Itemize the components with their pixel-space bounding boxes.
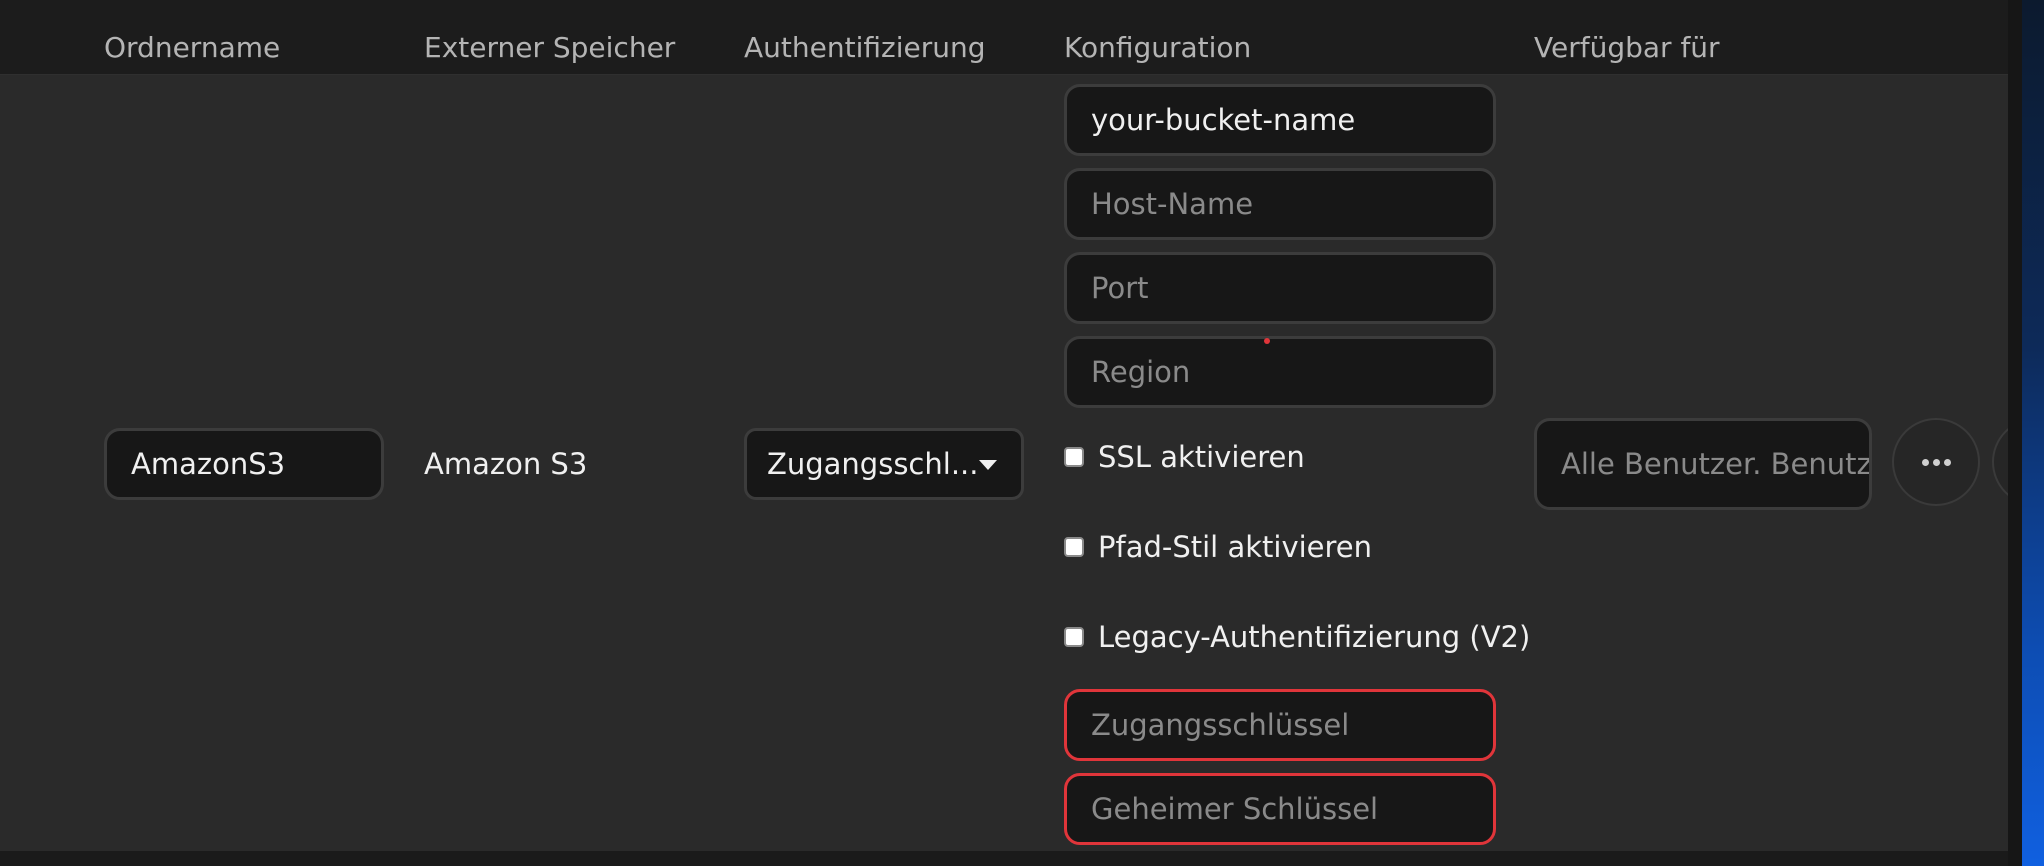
available-for-input[interactable]: Alle Benutzer. Benutz (1534, 418, 1872, 510)
cursor-marker (1264, 338, 1270, 344)
header-configuration: Konfiguration (1064, 31, 1252, 64)
storage-type-label: Amazon S3 (424, 447, 588, 481)
table-row: AmazonS3 Amazon S3 Zugangsschl... your-b… (0, 75, 2044, 851)
legacy-auth-checkbox-row[interactable]: Legacy-Authentifizierung (V2) (1064, 620, 1530, 654)
access-key-input[interactable]: Zugangsschlüssel (1064, 689, 1496, 761)
port-input[interactable]: Port (1064, 252, 1496, 324)
legacy-auth-checkbox-label: Legacy-Authentifizierung (V2) (1098, 620, 1531, 654)
ssl-checkbox-label: SSL aktivieren (1098, 440, 1305, 474)
legacy-auth-checkbox[interactable] (1064, 627, 1084, 647)
external-storage-settings: Ordnername Externer Speicher Authentifiz… (0, 0, 2044, 866)
table-header: Ordnername Externer Speicher Authentifiz… (0, 0, 2008, 75)
authentication-select-value: Zugangsschl... (767, 447, 979, 481)
host-name-input[interactable]: Host-Name (1064, 168, 1496, 240)
region-input[interactable]: Region (1064, 336, 1496, 408)
horizontal-scrollbar[interactable] (0, 851, 2008, 866)
ssl-checkbox-row[interactable]: SSL aktivieren (1064, 440, 1305, 474)
more-horizontal-icon (1921, 458, 1951, 466)
more-actions-button[interactable] (1892, 418, 1980, 506)
path-style-checkbox[interactable] (1064, 537, 1084, 557)
desktop-background-edge (2022, 0, 2044, 866)
folder-name-input[interactable]: AmazonS3 (104, 428, 384, 500)
header-folder-name: Ordnername (104, 31, 281, 64)
vertical-scrollbar[interactable] (2008, 0, 2022, 866)
path-style-checkbox-row[interactable]: Pfad-Stil aktivieren (1064, 530, 1372, 564)
header-external-storage: Externer Speicher (424, 31, 676, 64)
ssl-checkbox[interactable] (1064, 447, 1084, 467)
secret-key-input[interactable]: Geheimer Schlüssel (1064, 773, 1496, 845)
authentication-select[interactable]: Zugangsschl... (744, 428, 1024, 500)
bucket-input[interactable]: your-bucket-name (1064, 84, 1496, 156)
chevron-down-icon (979, 460, 997, 470)
path-style-checkbox-label: Pfad-Stil aktivieren (1098, 530, 1373, 564)
header-authentication: Authentifizierung (744, 31, 986, 64)
header-available-for: Verfügbar für (1534, 31, 1720, 64)
